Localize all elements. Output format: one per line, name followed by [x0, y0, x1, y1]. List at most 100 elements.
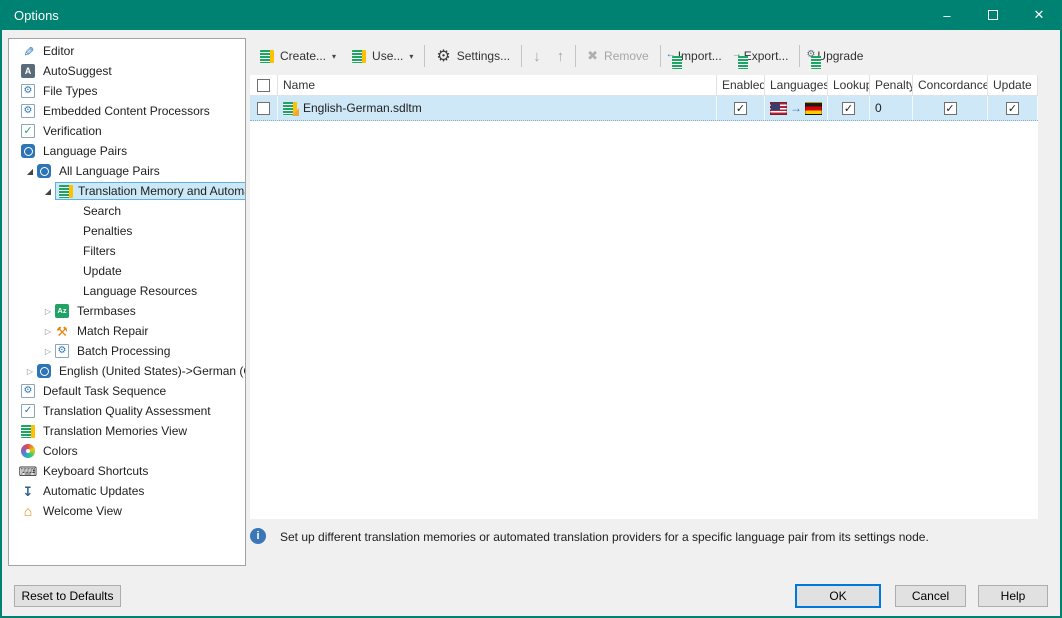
- remove-x-icon: ✖: [587, 48, 598, 64]
- globe-icon: [21, 144, 35, 158]
- help-button[interactable]: Help: [978, 585, 1048, 607]
- create-button[interactable]: Create... ▾: [252, 43, 344, 69]
- reset-to-defaults-button[interactable]: Reset to Defaults: [14, 585, 121, 607]
- toolbar-separator: [660, 45, 661, 67]
- move-down-button[interactable]: ↓: [525, 42, 549, 71]
- editor-icon: [21, 44, 35, 58]
- palette-icon: [21, 444, 35, 458]
- chevron-down-icon[interactable]: ▾: [409, 52, 413, 61]
- concordance-checkbox[interactable]: [944, 102, 957, 115]
- sidebar-item-verification[interactable]: Verification: [9, 121, 245, 141]
- column-header-update[interactable]: Update: [988, 75, 1038, 96]
- translation-memories-table: Name Enabled Languages Lookup Penalty Co…: [250, 75, 1038, 519]
- window-controls: – ✕: [924, 0, 1062, 30]
- import-button[interactable]: ← Import...: [664, 43, 730, 69]
- download-arrow-icon: [21, 484, 35, 498]
- sidebar-item-language-resources[interactable]: Language Resources: [9, 281, 245, 301]
- move-up-button[interactable]: ↑: [549, 42, 573, 71]
- translation-memory-icon: [352, 50, 366, 63]
- sidebar-item-termbases[interactable]: ▷ Termbases: [9, 301, 245, 321]
- toolbar-separator: [521, 45, 522, 67]
- sidebar-item-language-pairs[interactable]: Language Pairs: [9, 141, 245, 161]
- sidebar-item-editor[interactable]: Editor: [9, 41, 245, 61]
- sidebar-item-label: Automatic Updates: [43, 484, 144, 498]
- collapse-arrow-icon[interactable]: ▷: [41, 307, 55, 316]
- sidebar-item-label: All Language Pairs: [59, 164, 160, 178]
- penalty-value[interactable]: 0: [870, 96, 913, 120]
- sidebar-item-translation-memories-view[interactable]: Translation Memories View: [9, 421, 245, 441]
- arrow-down-icon: ↓: [533, 48, 541, 65]
- sidebar-item-update[interactable]: Update: [9, 261, 245, 281]
- sidebar-item-embedded-content-processors[interactable]: Embedded Content Processors: [9, 101, 245, 121]
- remove-button[interactable]: ✖ Remove: [579, 42, 657, 70]
- translation-memory-icon: [59, 185, 73, 198]
- chevron-down-icon[interactable]: ▾: [332, 52, 336, 61]
- sidebar-item-keyboard-shortcuts[interactable]: Keyboard Shortcuts: [9, 461, 245, 481]
- toolbar-separator: [575, 45, 576, 67]
- use-button[interactable]: Use... ▾: [344, 43, 421, 69]
- settings-button[interactable]: ⚙ Settings...: [428, 40, 518, 72]
- toolbar-separator: [424, 45, 425, 67]
- tm-name: English-German.sdltm: [303, 101, 422, 115]
- collapse-arrow-icon[interactable]: ▷: [23, 367, 37, 376]
- termbases-icon: [55, 304, 69, 318]
- sidebar-item-default-task-sequence[interactable]: Default Task Sequence: [9, 381, 245, 401]
- sidebar-item-translation-quality-assessment[interactable]: Translation Quality Assessment: [9, 401, 245, 421]
- import-button-label: Import...: [678, 49, 722, 63]
- column-header-languages[interactable]: Languages: [765, 75, 828, 96]
- sidebar-item-filters[interactable]: Filters: [9, 241, 245, 261]
- file-types-icon: [21, 84, 35, 98]
- info-icon: i: [250, 528, 266, 544]
- collapse-arrow-icon[interactable]: ▷: [41, 347, 55, 356]
- column-header-lookup[interactable]: Lookup: [828, 75, 870, 96]
- select-all-checkbox[interactable]: [257, 79, 270, 92]
- sidebar-item-search[interactable]: Search: [9, 201, 245, 221]
- info-text: Set up different translation memories or…: [280, 526, 929, 544]
- update-checkbox[interactable]: [1006, 102, 1019, 115]
- upgrade-button-label: Upgrade: [817, 49, 863, 63]
- arrow-up-icon: ↑: [557, 48, 565, 65]
- cancel-button[interactable]: Cancel: [895, 585, 966, 607]
- collapse-arrow-icon[interactable]: ▷: [41, 327, 55, 336]
- remove-button-label: Remove: [604, 49, 649, 63]
- sidebar-item-automatic-updates[interactable]: Automatic Updates: [9, 481, 245, 501]
- expand-arrow-icon[interactable]: ◢: [23, 167, 37, 176]
- sidebar-item-label: Search: [83, 204, 121, 218]
- gear-icon: ⚙: [436, 46, 450, 66]
- sidebar-item-label: Filters: [83, 244, 116, 258]
- ok-button[interactable]: OK: [795, 584, 881, 608]
- batch-processing-icon: [55, 344, 69, 358]
- column-header-penalty[interactable]: Penalty: [870, 75, 913, 96]
- sidebar-item-file-types[interactable]: File Types: [9, 81, 245, 101]
- enabled-checkbox[interactable]: [734, 102, 747, 115]
- window-title: Options: [14, 8, 59, 23]
- sidebar-item-label: Language Resources: [83, 284, 197, 298]
- sidebar-item-autosuggest[interactable]: AutoSuggest: [9, 61, 245, 81]
- column-header-name[interactable]: Name: [278, 75, 717, 96]
- maximize-button[interactable]: [970, 0, 1016, 30]
- lookup-checkbox[interactable]: [842, 102, 855, 115]
- column-header-enabled[interactable]: Enabled: [717, 75, 765, 96]
- sidebar-item-match-repair[interactable]: ▷ Match Repair: [9, 321, 245, 341]
- minimize-icon: –: [943, 8, 950, 23]
- sidebar-item-english-german-pair[interactable]: ▷ English (United States)->German (Ger: [9, 361, 245, 381]
- sidebar-item-penalties[interactable]: Penalties: [9, 221, 245, 241]
- sidebar-item-colors[interactable]: Colors: [9, 441, 245, 461]
- export-button[interactable]: → Export...: [730, 43, 797, 69]
- sidebar-item-translation-memory-and-automated[interactable]: ◢ Translation Memory and Automate: [9, 181, 245, 201]
- sidebar-item-welcome-view[interactable]: Welcome View: [9, 501, 245, 521]
- expand-arrow-icon[interactable]: ◢: [41, 187, 55, 196]
- row-select-checkbox[interactable]: [257, 102, 270, 115]
- close-button[interactable]: ✕: [1016, 0, 1062, 30]
- minimize-button[interactable]: –: [924, 0, 970, 30]
- upgrade-button[interactable]: ⚙ Upgrade: [803, 43, 871, 69]
- sidebar-item-label: AutoSuggest: [43, 64, 112, 78]
- tm-toolbar: Create... ▾ Use... ▾ ⚙ Settings... ↓ ↑ ✖…: [252, 40, 871, 72]
- sidebar-item-batch-processing[interactable]: ▷ Batch Processing: [9, 341, 245, 361]
- sidebar-item-all-language-pairs[interactable]: ◢ All Language Pairs: [9, 161, 245, 181]
- column-header-concordance[interactable]: Concordance: [913, 75, 988, 96]
- table-row[interactable]: English-German.sdltm → 0: [250, 96, 1038, 121]
- germany-flag-icon: [805, 102, 822, 115]
- sidebar-item-label: Match Repair: [77, 324, 148, 338]
- sidebar-item-label: English (United States)->German (Ger: [59, 364, 246, 378]
